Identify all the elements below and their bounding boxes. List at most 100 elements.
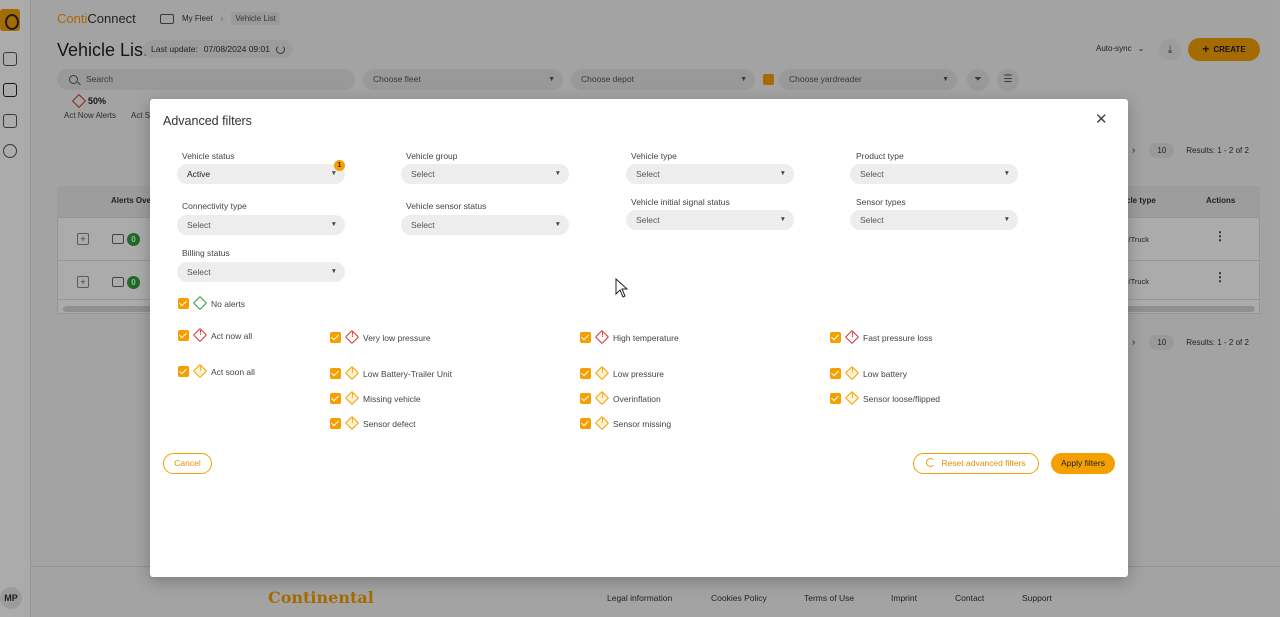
low-pressure-checkbox[interactable] (580, 368, 591, 379)
caret-down-icon: ▼ (1003, 216, 1010, 223)
vehicle-type-label: Vehicle type (631, 151, 677, 161)
overinflation-checkbox[interactable] (580, 393, 591, 404)
act-now-all-label: Act now all (211, 331, 253, 341)
warning-diamond-icon: ! (344, 390, 360, 406)
sensor-defect-checkbox[interactable] (330, 418, 341, 429)
vehicle-sensor-status-value: Select (411, 220, 435, 230)
vehicle-status-value: Active (187, 169, 211, 179)
product-type-label: Product type (856, 151, 904, 161)
apply-filters-button[interactable]: Apply filters (1051, 453, 1115, 474)
fast-pressure-loss-checkbox[interactable] (830, 332, 841, 343)
product-type-select[interactable]: Select ▼ (850, 164, 1018, 184)
caret-down-icon: ▼ (779, 170, 786, 177)
alert-diamond-icon: ! (594, 329, 610, 345)
close-icon[interactable]: ✕ (1095, 112, 1108, 127)
billing-status-value: Select (187, 267, 211, 277)
check-diamond-icon (192, 295, 208, 311)
warning-diamond-icon: ! (344, 415, 360, 431)
act-soon-all-label: Act soon all (211, 367, 255, 377)
exclamation-icon: ! (351, 331, 354, 339)
warning-diamond-icon: ! (844, 365, 860, 381)
missing-vehicle-label: Missing vehicle (363, 394, 421, 404)
connectivity-type-value: Select (187, 220, 211, 230)
warning-diamond-icon: ! (594, 415, 610, 431)
act-soon-all-checkbox[interactable] (178, 366, 189, 377)
low-battery-label: Low battery (863, 369, 907, 379)
very-low-pressure-checkbox[interactable] (330, 332, 341, 343)
alert-diamond-icon: ! (192, 327, 208, 343)
selected-count-badge: 1 (334, 160, 345, 171)
exclamation-icon: ! (851, 331, 854, 339)
vehicle-initial-signal-status-value: Select (636, 215, 660, 225)
fast-pressure-loss-label: Fast pressure loss (863, 333, 933, 343)
warning-diamond-icon: ! (844, 390, 860, 406)
exclamation-icon: ! (351, 392, 354, 400)
product-type-value: Select (860, 169, 884, 179)
sensor-loose-label: Sensor loose/flipped (863, 394, 941, 404)
sensor-missing-label: Sensor missing (613, 419, 672, 429)
connectivity-type-label: Connectivity type (182, 201, 247, 211)
vehicle-group-label: Vehicle group (406, 151, 458, 161)
caret-down-icon: ▼ (330, 268, 337, 275)
exclamation-icon: ! (851, 367, 854, 375)
caret-down-icon: ▼ (1003, 170, 1010, 177)
vehicle-initial-signal-status-label: Vehicle initial signal status (631, 197, 730, 207)
warning-diamond-icon: ! (192, 363, 208, 379)
exclamation-icon: ! (601, 417, 604, 425)
warning-diamond-icon: ! (344, 365, 360, 381)
high-temperature-checkbox[interactable] (580, 332, 591, 343)
caret-down-icon: ▼ (779, 216, 786, 223)
vehicle-group-value: Select (411, 169, 435, 179)
sensor-types-value: Select (860, 215, 884, 225)
low-battery-checkbox[interactable] (830, 368, 841, 379)
low-pressure-label: Low pressure (613, 369, 665, 379)
alert-diamond-icon: ! (844, 329, 860, 345)
alert-diamond-icon: ! (344, 329, 360, 345)
overinflation-label: Overinflation (613, 394, 661, 404)
exclamation-icon: ! (601, 392, 604, 400)
sensor-types-label: Sensor types (856, 197, 906, 207)
reset-filters-button[interactable]: Reset advanced filters (913, 453, 1039, 474)
sensor-types-select[interactable]: Select ▼ (850, 210, 1018, 230)
vehicle-initial-signal-status-select[interactable]: Select ▼ (626, 210, 794, 230)
caret-down-icon: ▼ (330, 221, 337, 228)
advanced-filters-dialog: Advanced filters ✕ Vehicle status Active… (150, 99, 1128, 577)
mouse-cursor-icon (615, 277, 629, 298)
low-battery-trailer-label: Low Battery-Trailer Unit (363, 369, 452, 379)
exclamation-icon: ! (199, 329, 202, 337)
vehicle-group-select[interactable]: Select ▼ (401, 164, 569, 184)
high-temperature-label: High temperature (613, 333, 679, 343)
sensor-missing-checkbox[interactable] (580, 418, 591, 429)
warning-diamond-icon: ! (594, 365, 610, 381)
reset-icon (926, 458, 936, 467)
low-battery-trailer-checkbox[interactable] (330, 368, 341, 379)
reset-filters-label: Reset advanced filters (941, 458, 1026, 468)
vehicle-status-label: Vehicle status (182, 151, 235, 161)
vehicle-type-value: Select (636, 169, 660, 179)
exclamation-icon: ! (199, 365, 202, 373)
modal-title: Advanced filters (163, 114, 252, 128)
billing-status-label: Billing status (182, 248, 230, 258)
no-alerts-label: No alerts (211, 299, 246, 309)
exclamation-icon: ! (851, 392, 854, 400)
no-alerts-checkbox[interactable] (178, 298, 189, 309)
exclamation-icon: ! (351, 367, 354, 375)
connectivity-type-select[interactable]: Select ▼ (177, 215, 345, 235)
vehicle-sensor-status-label: Vehicle sensor status (406, 201, 487, 211)
vehicle-sensor-status-select[interactable]: Select ▼ (401, 215, 569, 235)
sensor-loose-checkbox[interactable] (830, 393, 841, 404)
act-now-all-checkbox[interactable] (178, 330, 189, 341)
cancel-button[interactable]: Cancel (163, 453, 212, 474)
missing-vehicle-checkbox[interactable] (330, 393, 341, 404)
caret-down-icon: ▼ (554, 221, 561, 228)
exclamation-icon: ! (601, 367, 604, 375)
very-low-pressure-label: Very low pressure (363, 333, 431, 343)
billing-status-select[interactable]: Select ▼ (177, 262, 345, 282)
vehicle-status-select[interactable]: Active ▼ 1 (177, 160, 345, 184)
exclamation-icon: ! (351, 417, 354, 425)
vehicle-type-select[interactable]: Select ▼ (626, 164, 794, 184)
caret-down-icon: ▼ (554, 170, 561, 177)
sensor-defect-label: Sensor defect (363, 419, 416, 429)
warning-diamond-icon: ! (594, 390, 610, 406)
exclamation-icon: ! (601, 331, 604, 339)
